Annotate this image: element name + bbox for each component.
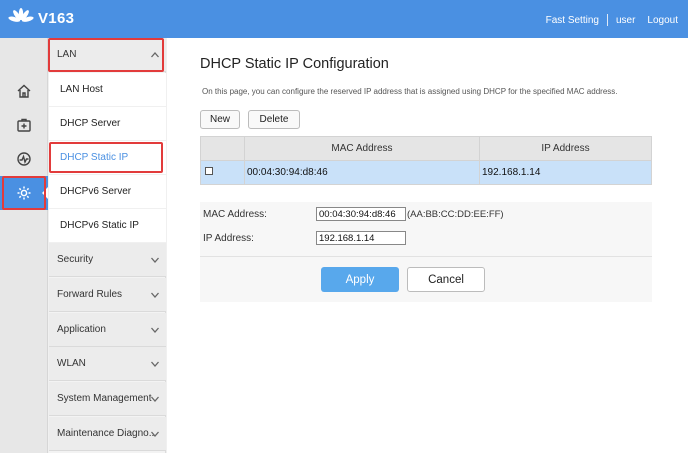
ip-column-header: IP Address [479, 136, 652, 161]
delete-button[interactable]: Delete [248, 110, 300, 129]
menu-section-lan[interactable]: LAN [49, 38, 166, 72]
chevron-down-icon [151, 292, 159, 298]
link-divider [606, 14, 608, 26]
fast-setting-link[interactable]: Fast Setting [546, 15, 599, 26]
ip-address-label: IP Address: [203, 233, 254, 244]
form-divider [200, 256, 652, 257]
main-content: DHCP Static IP Configuration On this pag… [167, 38, 688, 453]
first-aid-icon [17, 118, 31, 132]
rail-status[interactable] [0, 142, 48, 176]
menu-section-label: LAN [57, 49, 77, 60]
icon-rail [0, 38, 48, 453]
menu-item-dhcpv6-static-ip[interactable]: DHCPv6 Static IP [49, 209, 166, 243]
mac-address-label: MAC Address: [203, 209, 267, 220]
menu-item-dhcp-server[interactable]: DHCP Server [49, 107, 166, 141]
static-ip-table: MAC Address IP Address 00:04:30:94:d8:46… [200, 136, 652, 185]
brand-name: V163 [38, 10, 75, 27]
rail-settings[interactable] [0, 176, 48, 210]
mac-column-header: MAC Address [244, 136, 480, 161]
page-title: DHCP Static IP Configuration [200, 56, 389, 72]
rail-first-aid[interactable] [0, 108, 48, 142]
menu-section-label: WLAN [57, 358, 86, 369]
select-column-header [200, 136, 245, 161]
menu-item-dhcp-static-ip[interactable]: DHCP Static IP [49, 141, 166, 175]
menu-section-label: Maintenance Diagno.. [57, 428, 155, 439]
row-checkbox[interactable] [205, 167, 213, 175]
top-bar: V163 Fast Setting user Logout [0, 0, 688, 38]
row-select-cell [200, 160, 245, 185]
menu-section-maintenance[interactable]: Maintenance Diagno.. [49, 417, 166, 451]
home-icon [17, 84, 31, 98]
cancel-button[interactable]: Cancel [407, 267, 485, 292]
menu-section-system-management[interactable]: System Management [49, 382, 166, 416]
row-ip-cell: 192.168.1.14 [479, 160, 652, 185]
row-mac-cell: 00:04:30:94:d8:46 [244, 160, 480, 185]
table-row[interactable]: 00:04:30:94:d8:46 192.168.1.14 [200, 160, 652, 185]
rail-home[interactable] [0, 74, 48, 108]
chevron-down-icon [151, 431, 159, 437]
gear-icon [17, 186, 31, 200]
speedometer-icon [17, 152, 31, 166]
menu-section-security[interactable]: Security [49, 243, 166, 277]
mac-address-input[interactable] [316, 207, 406, 221]
menu-section-forward-rules[interactable]: Forward Rules [49, 278, 166, 312]
menu-item-lan-host[interactable]: LAN Host [49, 73, 166, 107]
chevron-down-icon [151, 327, 159, 333]
chevron-down-icon [151, 361, 159, 367]
new-button[interactable]: New [200, 110, 240, 129]
menu-section-label: System Management [57, 393, 152, 404]
user-link[interactable]: user [616, 15, 635, 26]
chevron-down-icon [151, 396, 159, 402]
side-menu: LAN LAN Host DHCP Server DHCP Static IP … [49, 38, 166, 453]
menu-section-wlan[interactable]: WLAN [49, 347, 166, 381]
chevron-up-icon [151, 52, 159, 58]
top-links: Fast Setting user Logout [546, 14, 678, 26]
chevron-down-icon [151, 257, 159, 263]
ip-address-input[interactable] [316, 231, 406, 245]
menu-section-application[interactable]: Application [49, 313, 166, 347]
menu-item-dhcpv6-server[interactable]: DHCPv6 Server [49, 175, 166, 209]
flower-logo-icon [8, 8, 34, 22]
edit-form: MAC Address: (AA:BB:CC:DD:EE:FF) IP Addr… [200, 202, 652, 302]
table-header-row: MAC Address IP Address [200, 136, 652, 161]
menu-section-label: Security [57, 254, 94, 265]
apply-button[interactable]: Apply [321, 267, 399, 292]
mac-format-hint: (AA:BB:CC:DD:EE:FF) [407, 209, 504, 220]
page-description: On this page, you can configure the rese… [202, 87, 618, 96]
logout-link[interactable]: Logout [647, 15, 678, 26]
menu-section-label: Application [57, 324, 106, 335]
menu-section-label: Forward Rules [57, 289, 123, 300]
